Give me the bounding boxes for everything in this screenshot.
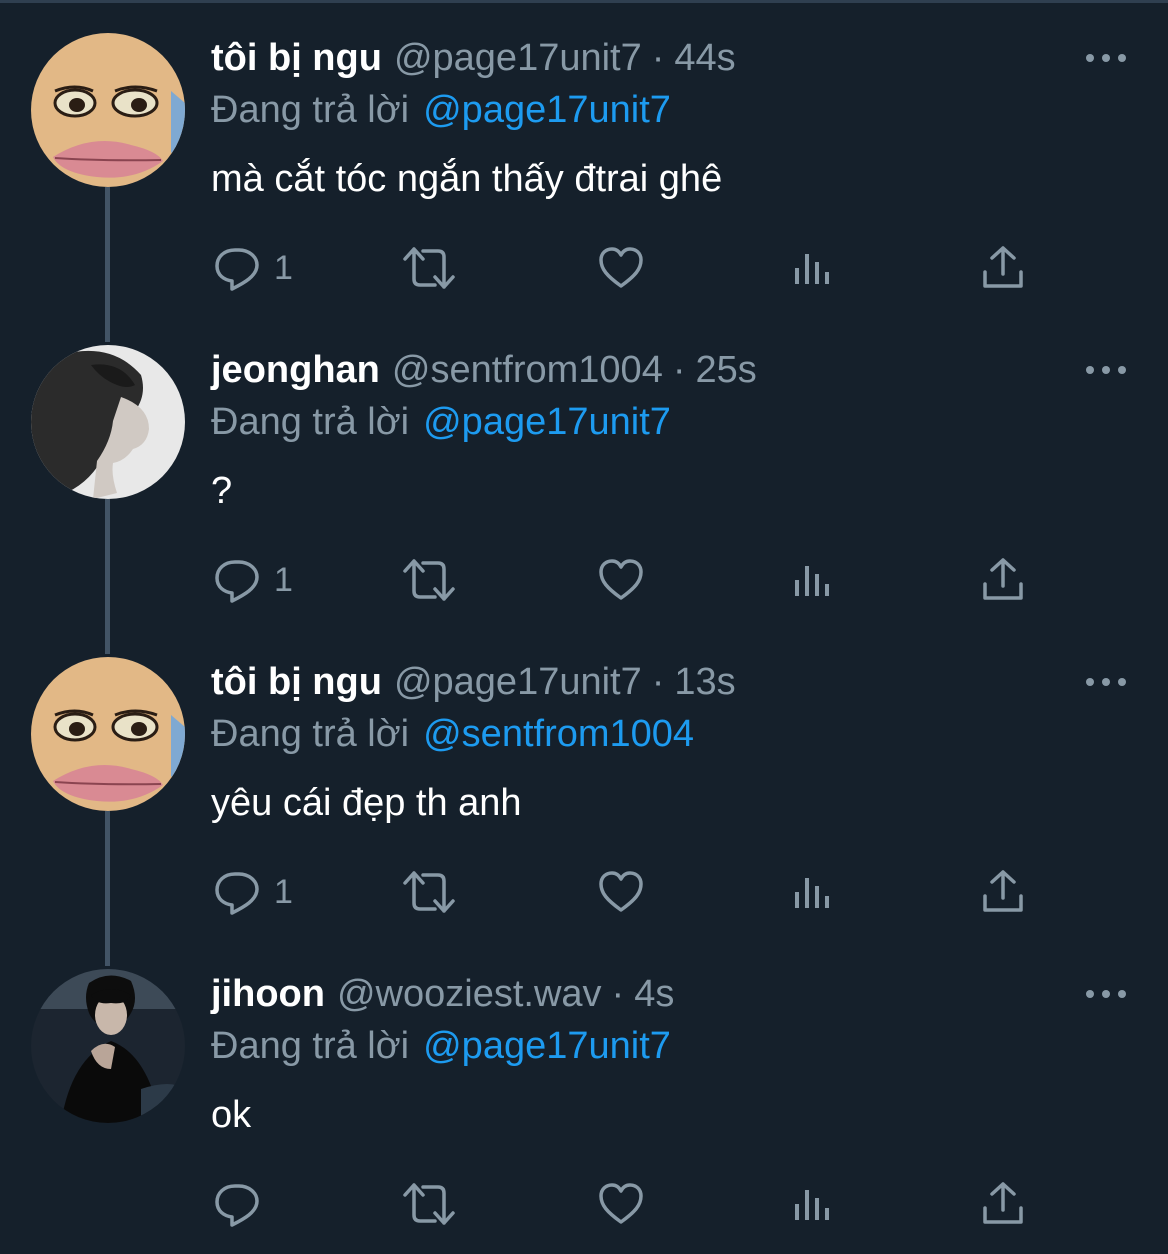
reply-mention-link[interactable]: @page17unit7: [423, 89, 671, 131]
reply-mention-link[interactable]: @page17unit7: [423, 401, 671, 443]
action-bar: [0, 1176, 1168, 1232]
retweet-icon: [403, 247, 455, 289]
share-icon: [983, 1182, 1023, 1224]
like-icon: [599, 871, 643, 912]
replying-to-label: Đang trả lời: [211, 401, 410, 443]
timestamp[interactable]: 44s: [674, 36, 735, 80]
tweet-header: jihoon @wooziest.wav · 4s: [211, 972, 674, 1016]
reply-icon: [215, 1184, 259, 1227]
views-icon: [795, 1190, 829, 1220]
more-icon[interactable]: [1086, 51, 1126, 65]
retweet-icon: [403, 559, 455, 601]
views-button[interactable]: [792, 1176, 832, 1232]
share-icon: [983, 558, 1023, 600]
reply-button[interactable]: [212, 1176, 274, 1232]
avatar[interactable]: [31, 33, 185, 187]
like-button[interactable]: [597, 240, 645, 296]
display-name[interactable]: jihoon: [211, 972, 325, 1016]
share-icon: [983, 870, 1023, 912]
tweet-text: ok: [211, 1094, 252, 1136]
more-icon[interactable]: [1086, 675, 1126, 689]
retweet-button[interactable]: [401, 864, 457, 920]
user-handle[interactable]: @wooziest.wav: [337, 972, 602, 1016]
avatar[interactable]: [31, 345, 185, 499]
timestamp[interactable]: 13s: [674, 660, 735, 704]
reply-button[interactable]: 1: [212, 240, 293, 296]
like-button[interactable]: [597, 864, 645, 920]
display-name[interactable]: tôi bị ngu: [211, 660, 382, 704]
display-name[interactable]: jeonghan: [211, 348, 380, 392]
reply-icon: [215, 248, 259, 291]
reply-mention-link[interactable]: @page17unit7: [423, 1025, 671, 1067]
more-icon[interactable]: [1086, 987, 1126, 1001]
views-icon: [795, 254, 829, 284]
tweet-thread: tôi bị ngu @page17unit7 · 44s Đang trả l…: [0, 0, 1168, 1254]
avatar[interactable]: [31, 657, 185, 811]
separator-dot: ·: [651, 661, 665, 703]
replying-to-label: Đang trả lời: [211, 89, 410, 131]
like-icon: [599, 1183, 643, 1224]
reply-icon: [215, 872, 259, 915]
views-button[interactable]: [792, 552, 832, 608]
reply-count: 1: [274, 249, 293, 287]
retweet-button[interactable]: [401, 240, 457, 296]
tweet-header: tôi bị ngu @page17unit7 · 13s: [211, 660, 736, 704]
display-name[interactable]: tôi bị ngu: [211, 36, 382, 80]
share-icon: [983, 246, 1023, 288]
share-button[interactable]: [980, 552, 1026, 608]
replying-to: Đang trả lời @page17unit7: [211, 88, 671, 132]
tweet-text: mà cắt tóc ngắn thấy đtrai ghê: [211, 158, 723, 200]
user-handle[interactable]: @page17unit7: [394, 36, 642, 80]
replying-to: Đang trả lời @page17unit7: [211, 400, 671, 444]
action-bar: 1: [0, 864, 1168, 920]
separator-dot: ·: [672, 349, 686, 391]
user-handle[interactable]: @page17unit7: [394, 660, 642, 704]
views-icon: [795, 566, 829, 596]
replying-to-label: Đang trả lời: [211, 713, 410, 755]
timestamp[interactable]: 25s: [695, 348, 756, 392]
share-button[interactable]: [980, 1176, 1026, 1232]
reply-count: 1: [274, 873, 293, 911]
action-bar: 1: [0, 552, 1168, 608]
share-button[interactable]: [980, 864, 1026, 920]
more-icon[interactable]: [1086, 363, 1126, 377]
retweet-icon: [403, 871, 455, 913]
tweet-text: yêu cái đẹp th anh: [211, 782, 522, 824]
reply-icon: [215, 560, 259, 603]
like-button[interactable]: [597, 552, 645, 608]
user-handle[interactable]: @sentfrom1004: [392, 348, 663, 392]
replying-to: Đang trả lời @sentfrom1004: [211, 712, 694, 756]
separator-dot: ·: [611, 973, 625, 1015]
action-bar: 1: [0, 240, 1168, 296]
views-button[interactable]: [792, 864, 832, 920]
tweet-text: ?: [211, 470, 233, 512]
tweet-header: tôi bị ngu @page17unit7 · 44s: [211, 36, 736, 80]
like-icon: [599, 559, 643, 600]
views-button[interactable]: [792, 240, 832, 296]
replying-to-label: Đang trả lời: [211, 1025, 410, 1067]
reply-mention-link[interactable]: @sentfrom1004: [423, 713, 694, 755]
retweet-button[interactable]: [401, 1176, 457, 1232]
replying-to: Đang trả lời @page17unit7: [211, 1024, 671, 1068]
top-divider: [0, 0, 1168, 3]
separator-dot: ·: [651, 37, 665, 79]
reply-count: 1: [274, 561, 293, 599]
like-button[interactable]: [597, 1176, 645, 1232]
reply-button[interactable]: 1: [212, 552, 293, 608]
reply-button[interactable]: 1: [212, 864, 293, 920]
views-icon: [795, 878, 829, 908]
share-button[interactable]: [980, 240, 1026, 296]
like-icon: [599, 247, 643, 288]
timestamp[interactable]: 4s: [634, 972, 674, 1016]
tweet-header: jeonghan @sentfrom1004 · 25s: [211, 348, 757, 392]
avatar[interactable]: [31, 969, 185, 1123]
retweet-button[interactable]: [401, 552, 457, 608]
retweet-icon: [403, 1183, 455, 1225]
